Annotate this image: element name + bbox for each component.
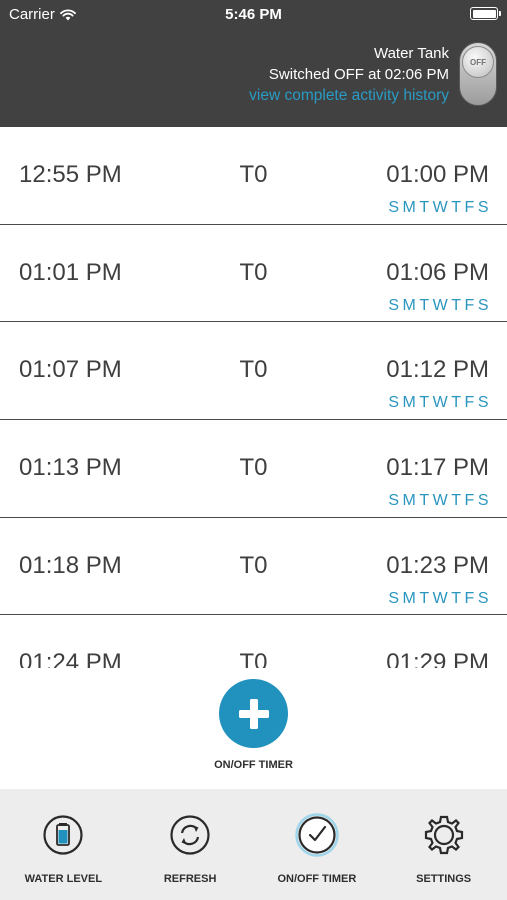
day-fri: F bbox=[464, 199, 475, 216]
bottom-tab-bar: WATER LEVEL REFRESH ON/OFF TIMER SETTING… bbox=[0, 789, 507, 900]
timer-list[interactable]: 12:55 PM T0 01:00 PM S M T W T F S 01:01… bbox=[0, 127, 507, 668]
tab-settings[interactable]: SETTINGS bbox=[380, 789, 507, 900]
day-sun: S bbox=[388, 199, 400, 216]
day-mon: M bbox=[402, 492, 417, 510]
status-time: 5:46 PM bbox=[225, 6, 282, 23]
timer-end-time: 01:17 PM bbox=[386, 454, 489, 482]
day-wed: W bbox=[432, 492, 449, 510]
timer-row[interactable]: 12:55 PM T0 01:00 PM S M T W T F S bbox=[0, 127, 507, 225]
tab-settings-label: SETTINGS bbox=[416, 873, 472, 885]
timer-end-time: 01:29 PM bbox=[386, 649, 489, 668]
timer-row[interactable]: 01:13 PM T0 01:17 PM S M T W T F S bbox=[0, 420, 507, 518]
day-mon: M bbox=[402, 394, 417, 412]
day-sun: S bbox=[388, 394, 400, 412]
add-timer-button[interactable] bbox=[219, 679, 288, 748]
day-thu: T bbox=[451, 589, 462, 607]
activity-history-link[interactable]: view complete activity history bbox=[249, 85, 449, 106]
timer-row[interactable]: 01:01 PM T0 01:06 PM S M T W T F S bbox=[0, 225, 507, 323]
timer-days: S M T W T F S bbox=[388, 492, 489, 510]
day-wed: W bbox=[432, 589, 449, 607]
timer-days: S M T W T F S bbox=[388, 297, 489, 315]
plus-icon bbox=[238, 698, 269, 729]
day-thu: T bbox=[451, 394, 462, 412]
day-sat: S bbox=[477, 199, 489, 216]
day-tue: T bbox=[419, 394, 430, 412]
toggle-knob: OFF bbox=[462, 46, 494, 78]
day-thu: T bbox=[451, 492, 462, 510]
app-header: Carrier 5:46 PM Water Tank Switched OFF … bbox=[0, 0, 507, 127]
day-wed: W bbox=[432, 296, 449, 314]
day-mon: M bbox=[402, 296, 417, 314]
day-tue: T bbox=[419, 492, 430, 510]
gear-icon bbox=[422, 813, 466, 857]
timer-end-time: 01:12 PM bbox=[386, 356, 489, 384]
day-thu: T bbox=[451, 199, 462, 216]
water-level-icon bbox=[41, 813, 85, 857]
timer-row[interactable]: 01:24 PM T0 01:29 PM S M T W T F S bbox=[0, 615, 507, 668]
day-fri: F bbox=[464, 296, 475, 314]
timer-days: S M T W T F S bbox=[388, 199, 489, 217]
day-mon: M bbox=[402, 589, 417, 607]
day-sun: S bbox=[388, 492, 400, 510]
day-sat: S bbox=[477, 296, 489, 314]
day-fri: F bbox=[464, 589, 475, 607]
day-fri: F bbox=[464, 394, 475, 412]
tab-water-level[interactable]: WATER LEVEL bbox=[0, 789, 127, 900]
timer-row[interactable]: 01:18 PM T0 01:23 PM S M T W T F S bbox=[0, 518, 507, 616]
timer-end-time: 01:23 PM bbox=[386, 551, 489, 579]
tab-on-off-timer-label: ON/OFF TIMER bbox=[277, 873, 357, 885]
battery-icon bbox=[470, 7, 501, 20]
device-info: Water Tank Switched OFF at 02:06 PM view… bbox=[249, 44, 449, 106]
tab-refresh-label: REFRESH bbox=[163, 873, 217, 885]
tab-on-off-timer[interactable]: ON/OFF TIMER bbox=[254, 789, 381, 900]
add-timer-label: ON/OFF TIMER bbox=[214, 759, 293, 771]
timer-days: S M T W T F S bbox=[388, 590, 489, 608]
power-toggle[interactable]: OFF bbox=[459, 42, 497, 106]
clock-icon bbox=[295, 813, 339, 857]
timer-end-time: 01:06 PM bbox=[386, 258, 489, 286]
timer-end-time: 01:00 PM bbox=[386, 161, 489, 188]
day-sat: S bbox=[477, 589, 489, 607]
day-sun: S bbox=[388, 589, 400, 607]
day-tue: T bbox=[419, 199, 430, 216]
day-fri: F bbox=[464, 492, 475, 510]
tab-water-level-label: WATER LEVEL bbox=[24, 873, 103, 885]
device-name: Water Tank bbox=[373, 45, 449, 62]
tab-refresh[interactable]: REFRESH bbox=[127, 789, 254, 900]
day-tue: T bbox=[419, 296, 430, 314]
device-status: Switched OFF at 02:06 PM bbox=[268, 66, 449, 83]
status-bar: Carrier 5:46 PM bbox=[0, 0, 507, 28]
day-wed: W bbox=[432, 199, 449, 216]
timer-row[interactable]: 01:07 PM T0 01:12 PM S M T W T F S bbox=[0, 322, 507, 421]
timer-days: S M T W T F S bbox=[388, 394, 489, 412]
refresh-icon bbox=[168, 813, 212, 857]
day-thu: T bbox=[451, 296, 462, 314]
day-mon: M bbox=[402, 199, 417, 216]
day-wed: W bbox=[432, 394, 449, 412]
day-sat: S bbox=[477, 394, 489, 412]
day-tue: T bbox=[419, 589, 430, 607]
day-sat: S bbox=[477, 492, 489, 510]
day-sun: S bbox=[388, 296, 400, 314]
